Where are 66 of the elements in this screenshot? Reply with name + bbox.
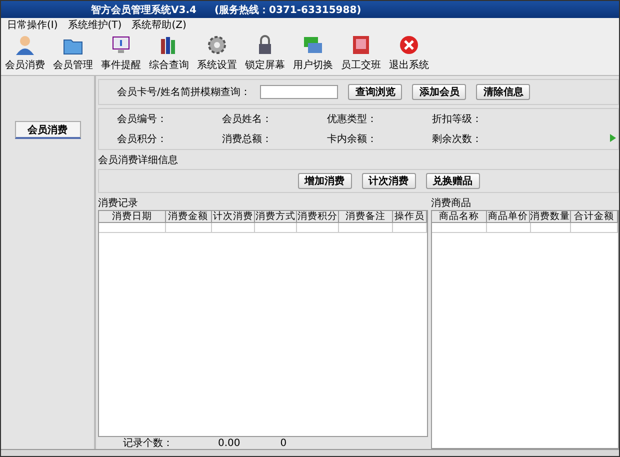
toolbar-button[interactable]: 退出系统 bbox=[387, 31, 431, 75]
column-header[interactable]: 计次消费 bbox=[212, 211, 256, 223]
column-header[interactable]: 消费日期 bbox=[99, 211, 166, 223]
action-button[interactable]: 添加会员 bbox=[412, 84, 466, 100]
hotline-text: (服务热线：0371-63315988) bbox=[214, 4, 362, 16]
menu-item[interactable]: 系统帮助(Z) bbox=[132, 18, 186, 32]
column-header[interactable]: 消费数量 bbox=[530, 211, 571, 223]
badge-icon bbox=[350, 34, 372, 56]
person-icon bbox=[14, 34, 36, 56]
table-cell bbox=[255, 223, 298, 233]
table-title: 消费记录 bbox=[98, 196, 139, 210]
toolbar-button[interactable]: 锁定屏幕 bbox=[243, 31, 287, 75]
field-label: 卡内余额： bbox=[327, 132, 378, 146]
summary-text: 0.00 bbox=[218, 438, 240, 448]
toolbar-button[interactable]: 综合查询 bbox=[147, 31, 191, 75]
monitor-icon bbox=[110, 34, 132, 56]
column-header[interactable]: 商品名称 bbox=[432, 211, 487, 223]
column-header[interactable]: 消费方式 bbox=[255, 211, 298, 223]
table-cell bbox=[212, 223, 256, 233]
window-title: 智方会员管理系统V3.4 bbox=[91, 3, 196, 16]
sidebar-button[interactable]: 会员消费 bbox=[14, 121, 80, 139]
screens-icon bbox=[302, 34, 324, 56]
table-cell bbox=[487, 223, 531, 233]
field-label: 会员姓名： bbox=[222, 113, 273, 126]
table-title: 消费商品 bbox=[431, 196, 472, 210]
column-header[interactable]: 消费积分 bbox=[297, 211, 339, 223]
section-title: 会员消费详细信息 bbox=[98, 154, 179, 167]
column-header[interactable]: 操作员 bbox=[393, 211, 427, 223]
column-header[interactable]: 商品单价 bbox=[486, 211, 530, 223]
toolbar-button[interactable]: 员工交班 bbox=[339, 31, 383, 75]
menu-item[interactable]: 日常操作(I) bbox=[7, 18, 58, 32]
toolbar-button[interactable]: 会员消费 bbox=[3, 31, 47, 75]
table-cell bbox=[166, 223, 212, 233]
summary-text: 记录个数： bbox=[123, 437, 173, 450]
table-cell bbox=[339, 223, 394, 233]
toolbar-button[interactable]: 用户切换 bbox=[291, 31, 335, 75]
column-header[interactable]: 消费备注 bbox=[339, 211, 394, 223]
toolbar-button[interactable]: 事件提醒 bbox=[99, 31, 143, 75]
table-cell bbox=[432, 223, 488, 233]
table-cell bbox=[570, 223, 618, 233]
table-cell bbox=[297, 223, 339, 233]
action-button[interactable]: 兑换赠品 bbox=[426, 173, 480, 189]
action-button[interactable]: 查询浏览 bbox=[348, 84, 402, 100]
field-label: 会员编号： bbox=[117, 112, 168, 126]
table-cell bbox=[393, 223, 427, 233]
action-button[interactable]: 增加消费 bbox=[298, 173, 352, 189]
search-field[interactable] bbox=[260, 85, 338, 99]
action-button[interactable]: 计次消费 bbox=[362, 173, 416, 189]
table-cell bbox=[530, 223, 571, 233]
toolbar-button[interactable]: 会员管理 bbox=[51, 31, 95, 75]
action-button[interactable]: 清除信息 bbox=[476, 84, 530, 100]
column-header[interactable]: 消费金额 bbox=[166, 211, 212, 223]
table-cell bbox=[99, 223, 166, 233]
menu-item[interactable]: 系统维护(T) bbox=[68, 18, 122, 32]
field-label: 会员积分： bbox=[117, 133, 168, 146]
toolbar-button[interactable]: 系统设置 bbox=[195, 31, 239, 75]
column-header[interactable]: 合计金额 bbox=[570, 211, 618, 223]
summary-text: 0 bbox=[280, 438, 287, 448]
field-label: 折扣等级： bbox=[432, 112, 483, 126]
close-icon bbox=[398, 34, 420, 56]
arrow-icon bbox=[610, 134, 616, 142]
search-label: 会员卡号/姓名简拼模糊查询： bbox=[117, 86, 250, 99]
field-label: 消费总额： bbox=[222, 132, 273, 146]
field-label: 剩余次数： bbox=[432, 133, 483, 146]
field-label: 优惠类型： bbox=[327, 112, 378, 126]
gear-icon bbox=[206, 34, 228, 56]
